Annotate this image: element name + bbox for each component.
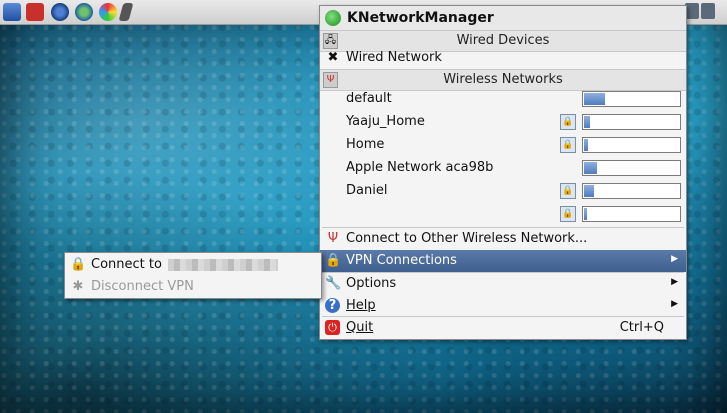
options-item[interactable]: 🔧 Options ▶ [320,273,686,295]
menu-title-bar: KNetworkManager [320,6,686,30]
disconnect-vpn-item: ✱ Disconnect VPN [65,276,321,298]
section-label: Wired Devices [456,33,550,48]
network-name: default [346,91,392,106]
signal-strength-bar [582,114,681,130]
signal-strength-bar [582,183,681,199]
disconnect-plug-icon: ✱ [72,279,84,294]
connect-to-label: Connect to [91,257,162,272]
wired-network-item[interactable]: ✖ Wired Network [320,47,686,69]
clipboard-tray-icon[interactable] [701,3,715,19]
network-name: Daniel [346,183,388,198]
help-item[interactable]: ? Help ▶ [320,295,686,317]
network-name: Apple Network aca98b [346,160,494,175]
quit-item[interactable]: ⏻ Quit Ctrl+Q [320,317,686,339]
section-label: Wireless Networks [443,72,563,87]
browser-icon[interactable] [51,3,69,21]
item-label: Options [346,276,397,291]
lock-icon: 🔒 [560,206,576,222]
item-label: Help [346,298,376,313]
signal-fill [584,93,605,105]
vpn-connections-item[interactable]: 🔒 VPN Connections ▶ [320,250,686,272]
wireless-network-item[interactable]: Daniel 🔒 [320,180,686,202]
lock-icon: 🔒 [560,137,576,153]
signal-fill [584,162,597,174]
lock-icon: 🔒 [70,257,87,272]
media-player-icon[interactable] [26,3,44,21]
signal-fill [584,139,588,151]
knetworkmanager-icon [325,10,341,26]
connect-other-wireless-item[interactable]: Ψ Connect to Other Wireless Network... [320,228,686,250]
globe-icon[interactable] [75,3,93,21]
signal-strength-bar [582,160,681,176]
network-name: Home [346,137,385,152]
wireless-network-item[interactable]: 🔒 [320,203,686,225]
disconnected-x-icon: ✖ [327,50,339,65]
submenu-arrow-icon: ▶ [671,254,678,264]
vpn-connect-label: Connect to [91,257,278,272]
redacted-vpn-name [167,258,278,271]
signal-strength-bar [582,91,681,107]
wrench-icon: 🔧 [325,276,342,291]
wireless-network-item[interactable]: Home 🔒 [320,134,686,156]
system-tray [683,3,715,21]
knetworkmanager-menu: KNetworkManager 🖧 Wired Devices ✖ Wired … [319,5,687,340]
submenu-arrow-icon: ▶ [671,299,678,309]
signal-strength-bar [582,206,681,222]
lock-icon: 🔒 [560,183,576,199]
menu-title: KNetworkManager [347,10,494,26]
signal-fill [584,208,587,220]
pen-tool-icon[interactable] [118,3,134,21]
item-label: VPN Connections [346,253,457,268]
submenu-arrow-icon: ▶ [671,277,678,287]
power-icon: ⏻ [325,320,340,335]
lock-icon: 🔒 [325,253,342,268]
item-label: Disconnect VPN [91,279,194,294]
signal-fill [584,116,590,128]
app-launcher-icon[interactable] [3,3,21,21]
wireless-network-item[interactable]: Apple Network aca98b [320,157,686,179]
color-wheel-icon[interactable] [99,3,117,21]
keyboard-shortcut: Ctrl+Q [619,320,664,335]
vpn-connect-item[interactable]: 🔒 Connect to [65,254,321,276]
wireless-network-item[interactable]: default [320,88,686,110]
item-label: Wired Network [346,50,442,65]
wireless-network-item[interactable]: Yaaju_Home 🔒 [320,111,686,133]
wireless-antenna-icon: Ψ [327,231,339,246]
network-name: Yaaju_Home [346,114,425,129]
signal-strength-bar [582,137,681,153]
help-icon: ? [325,298,340,313]
network-tray-icon[interactable] [685,3,699,19]
item-label: Connect to Other Wireless Network... [346,231,588,246]
vpn-submenu: 🔒 Connect to ✱ Disconnect VPN [64,252,322,299]
lock-icon: 🔒 [560,114,576,130]
item-label: Quit [346,320,374,335]
signal-fill [584,185,594,197]
